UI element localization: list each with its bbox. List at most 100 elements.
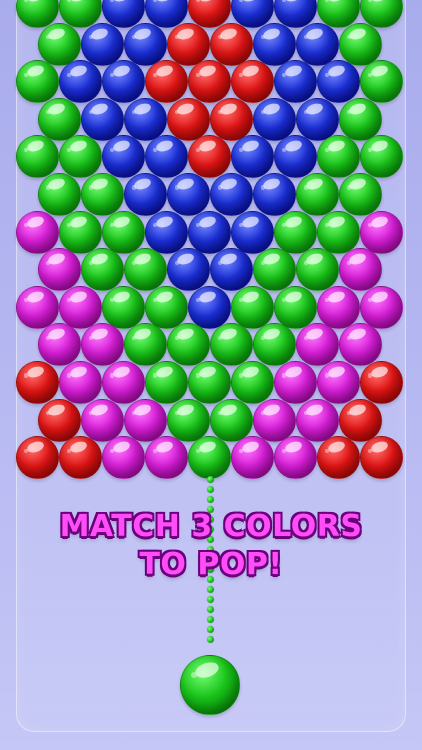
bubble-red <box>360 361 403 404</box>
bubble-blue <box>102 135 145 179</box>
bubble-green <box>209 323 253 367</box>
bubble-red <box>37 398 81 442</box>
bubble-blue <box>102 60 145 104</box>
bubble-green <box>274 210 317 254</box>
bubble-green <box>59 210 102 254</box>
bubble-blue <box>123 22 167 66</box>
bubble-green <box>360 135 403 179</box>
bubble-magenta <box>80 323 124 367</box>
bubble-magenta <box>16 210 59 254</box>
bubble-magenta <box>274 436 317 480</box>
bubble-red <box>145 60 188 104</box>
bubble-blue <box>80 97 124 141</box>
bubble-green <box>295 173 339 216</box>
bubble-green <box>209 398 253 442</box>
bubble-green <box>80 173 124 216</box>
game-screen[interactable]: MATCH 3 COLORS TO POP! <box>0 0 422 750</box>
bubble-blue <box>274 135 317 179</box>
bubble-red <box>188 60 231 104</box>
bubble-green <box>338 22 382 66</box>
bubble-green <box>102 285 145 329</box>
bubble-green <box>252 323 296 367</box>
bubble-green <box>123 248 167 292</box>
bubble-green <box>123 323 167 367</box>
bubble-magenta <box>145 436 188 480</box>
bubble-red <box>317 436 360 480</box>
bubble-blue <box>166 173 210 216</box>
bubble-green <box>59 135 102 179</box>
bubble-blue <box>123 97 167 141</box>
bubble-green <box>145 361 188 404</box>
bubble-green <box>317 210 360 254</box>
bubble-magenta <box>338 248 382 292</box>
bubble-green <box>188 436 231 480</box>
bubble-red <box>16 361 59 404</box>
bubble-blue <box>166 248 210 292</box>
bubble-red <box>16 436 59 480</box>
bubble-magenta <box>102 436 145 480</box>
bubble-green <box>252 248 296 292</box>
bubble-blue <box>209 248 253 292</box>
bubble-blue <box>274 60 317 104</box>
bubble-blue <box>59 60 102 104</box>
bubble-blue <box>252 173 296 216</box>
bubble-blue <box>80 22 124 66</box>
bubble-magenta <box>338 323 382 367</box>
bubble-blue <box>231 210 274 254</box>
bubble-green <box>317 135 360 179</box>
bubble-grid[interactable] <box>0 0 422 750</box>
bubble-magenta <box>252 398 296 442</box>
bubble-green <box>338 97 382 141</box>
bubble-green <box>295 248 339 292</box>
bubble-blue <box>231 135 274 179</box>
bubble-blue <box>209 173 253 216</box>
bubble-red <box>231 60 274 104</box>
bubble-green <box>16 135 59 179</box>
bubble-blue <box>295 97 339 141</box>
bubble-red <box>209 97 253 141</box>
bubble-magenta <box>360 285 403 329</box>
bubble-magenta <box>80 398 124 442</box>
bubble-magenta <box>59 361 102 404</box>
bubble-blue <box>145 135 188 179</box>
bubble-red <box>188 135 231 179</box>
bubble-magenta <box>59 285 102 329</box>
bubble-green <box>166 398 210 442</box>
bubble-magenta <box>231 436 274 480</box>
bubble-magenta <box>16 285 59 329</box>
bubble-magenta <box>274 361 317 404</box>
bubble-blue <box>317 60 360 104</box>
shooter-bubble[interactable] <box>180 655 240 715</box>
bubble-green <box>360 60 403 104</box>
bubble-blue <box>252 97 296 141</box>
bubble-red <box>209 22 253 66</box>
bubble-blue <box>252 22 296 66</box>
bubble-magenta <box>360 210 403 254</box>
bubble-magenta <box>295 323 339 367</box>
bubble-magenta <box>295 398 339 442</box>
bubble-red <box>338 398 382 442</box>
bubble-red <box>166 22 210 66</box>
bubble-green <box>231 285 274 329</box>
bubble-green <box>145 285 188 329</box>
bubble-green <box>166 323 210 367</box>
bubble-red <box>166 97 210 141</box>
bubble-magenta <box>37 248 81 292</box>
bubble-blue <box>123 173 167 216</box>
bubble-blue <box>188 210 231 254</box>
bubble-green <box>274 285 317 329</box>
bubble-green <box>80 248 124 292</box>
bubble-magenta <box>317 361 360 404</box>
bubble-red <box>360 436 403 480</box>
bubble-red <box>59 436 102 480</box>
bubble-green <box>16 60 59 104</box>
bubble-magenta <box>123 398 167 442</box>
bubble-green <box>188 361 231 404</box>
bubble-green <box>37 173 81 216</box>
bubble-magenta <box>37 323 81 367</box>
bubble-green <box>37 22 81 66</box>
bubble-magenta <box>102 361 145 404</box>
bubble-blue <box>295 22 339 66</box>
bubble-green <box>37 97 81 141</box>
bubble-green <box>338 173 382 216</box>
